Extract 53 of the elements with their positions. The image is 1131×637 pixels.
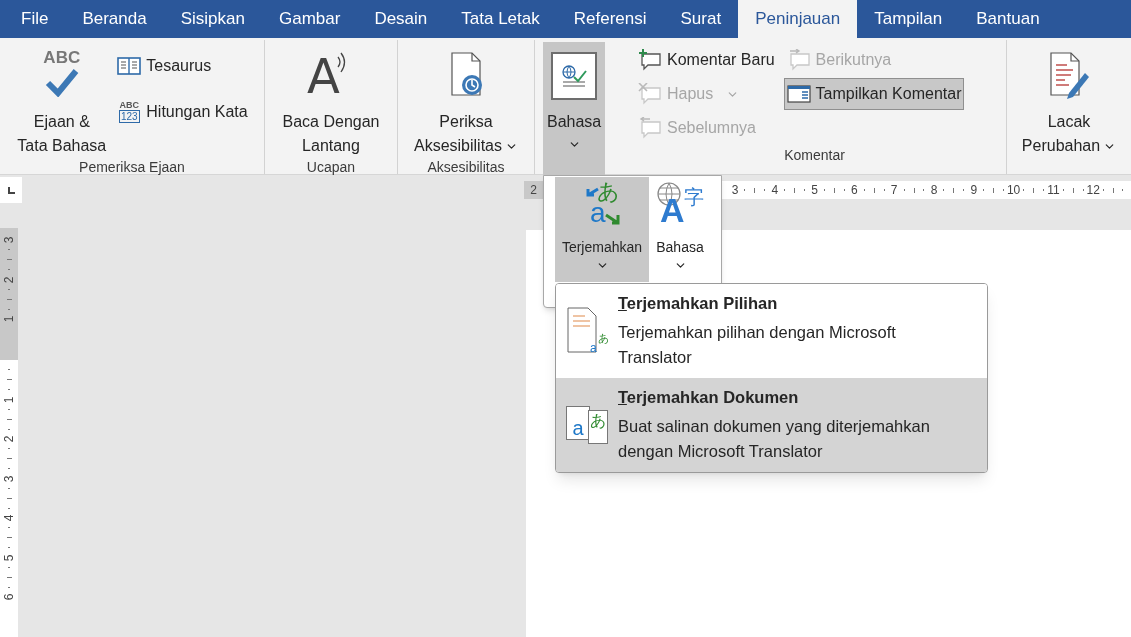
- thesaurus-button[interactable]: Tesaurus: [114, 50, 251, 82]
- group-label: Pemeriksa Ejaan: [79, 158, 185, 176]
- ribbon-tab[interactable]: Surat: [663, 0, 739, 38]
- comment-delete-icon: [638, 83, 662, 105]
- ruler-number: 7: [889, 182, 899, 199]
- read-aloud-button[interactable]: A Baca Dengan Lantang: [278, 42, 384, 158]
- ribbon-tab[interactable]: Referensi: [556, 0, 664, 38]
- spelling-grammar-button[interactable]: ABC Ejaan & Tata Bahasa: [13, 42, 111, 158]
- ruler-number: 11: [1048, 182, 1059, 199]
- ruler-number: 2: [524, 181, 543, 199]
- ruler-number: 4: [770, 182, 780, 199]
- menu-item[interactable]: あ a Terjemahkan Pilihan Terjemahkan pilihan dengan Microsoft Translator: [556, 284, 987, 378]
- ruler-number: 2: [4, 435, 14, 443]
- comment-pane-icon: [786, 84, 811, 104]
- ribbon-tab[interactable]: Tampilan: [857, 0, 960, 38]
- ruler-number: 12: [1088, 182, 1099, 199]
- tab-stop-icon[interactable]: [0, 177, 22, 203]
- ruler-number: 5: [4, 554, 14, 561]
- ribbon-tab[interactable]: File: [4, 0, 66, 38]
- book-icon: [117, 56, 142, 76]
- ruler-number: 3: [4, 475, 14, 482]
- ruler-number: 2: [4, 276, 14, 283]
- ruler-number: 4: [4, 514, 14, 522]
- ruler-number: 9: [969, 182, 979, 199]
- group-label: Aksesibilitas: [427, 158, 505, 176]
- menu-item[interactable]: a あ Terjemahkan Dokumen Buat salinan dokumen yang diterjemahkan dengan Microsoft Translator: [556, 378, 987, 472]
- translate-button[interactable]: あ a Terjemahkan: [555, 177, 649, 282]
- ruler-number: 1: [4, 396, 14, 403]
- comment-back-icon: [638, 117, 662, 139]
- ribbon-tab[interactable]: Tata Letak: [444, 0, 557, 38]
- new-comment-button[interactable]: Komentar Baru: [635, 44, 778, 76]
- ruler-number: 6: [4, 593, 14, 601]
- track-changes-button[interactable]: Lacak Perubahan: [1017, 42, 1121, 172]
- group-label: Komentar: [784, 146, 845, 164]
- show-comments-button[interactable]: Tampilkan Komentar: [783, 78, 965, 110]
- ruler-number: 10: [1008, 182, 1019, 199]
- ruler-number: 6: [850, 182, 859, 199]
- ruler-number: 3: [4, 236, 14, 244]
- ribbon-tab[interactable]: Desain: [357, 0, 445, 38]
- ruler-number: 3: [730, 182, 740, 199]
- ruler-number: 8: [929, 182, 939, 199]
- check-accessibility-button[interactable]: Periksa Aksesibilitas: [410, 42, 522, 158]
- language-button[interactable]: Bahasa: [543, 42, 606, 175]
- ruler-number: 1: [4, 315, 14, 323]
- ribbon-tab[interactable]: Bantuan: [959, 0, 1057, 38]
- ribbon-tab[interactable]: Gambar: [261, 0, 358, 38]
- ruler-number: 5: [810, 182, 819, 199]
- ribbon-tab[interactable]: Peninjauan: [738, 0, 858, 38]
- ribbon-tab[interactable]: Beranda: [65, 0, 164, 38]
- comment-plus-icon: [638, 49, 662, 71]
- language-icon: [551, 52, 598, 100]
- group-label: Ucapan: [306, 158, 356, 176]
- ribbon-tab[interactable]: Sisipkan: [163, 0, 262, 38]
